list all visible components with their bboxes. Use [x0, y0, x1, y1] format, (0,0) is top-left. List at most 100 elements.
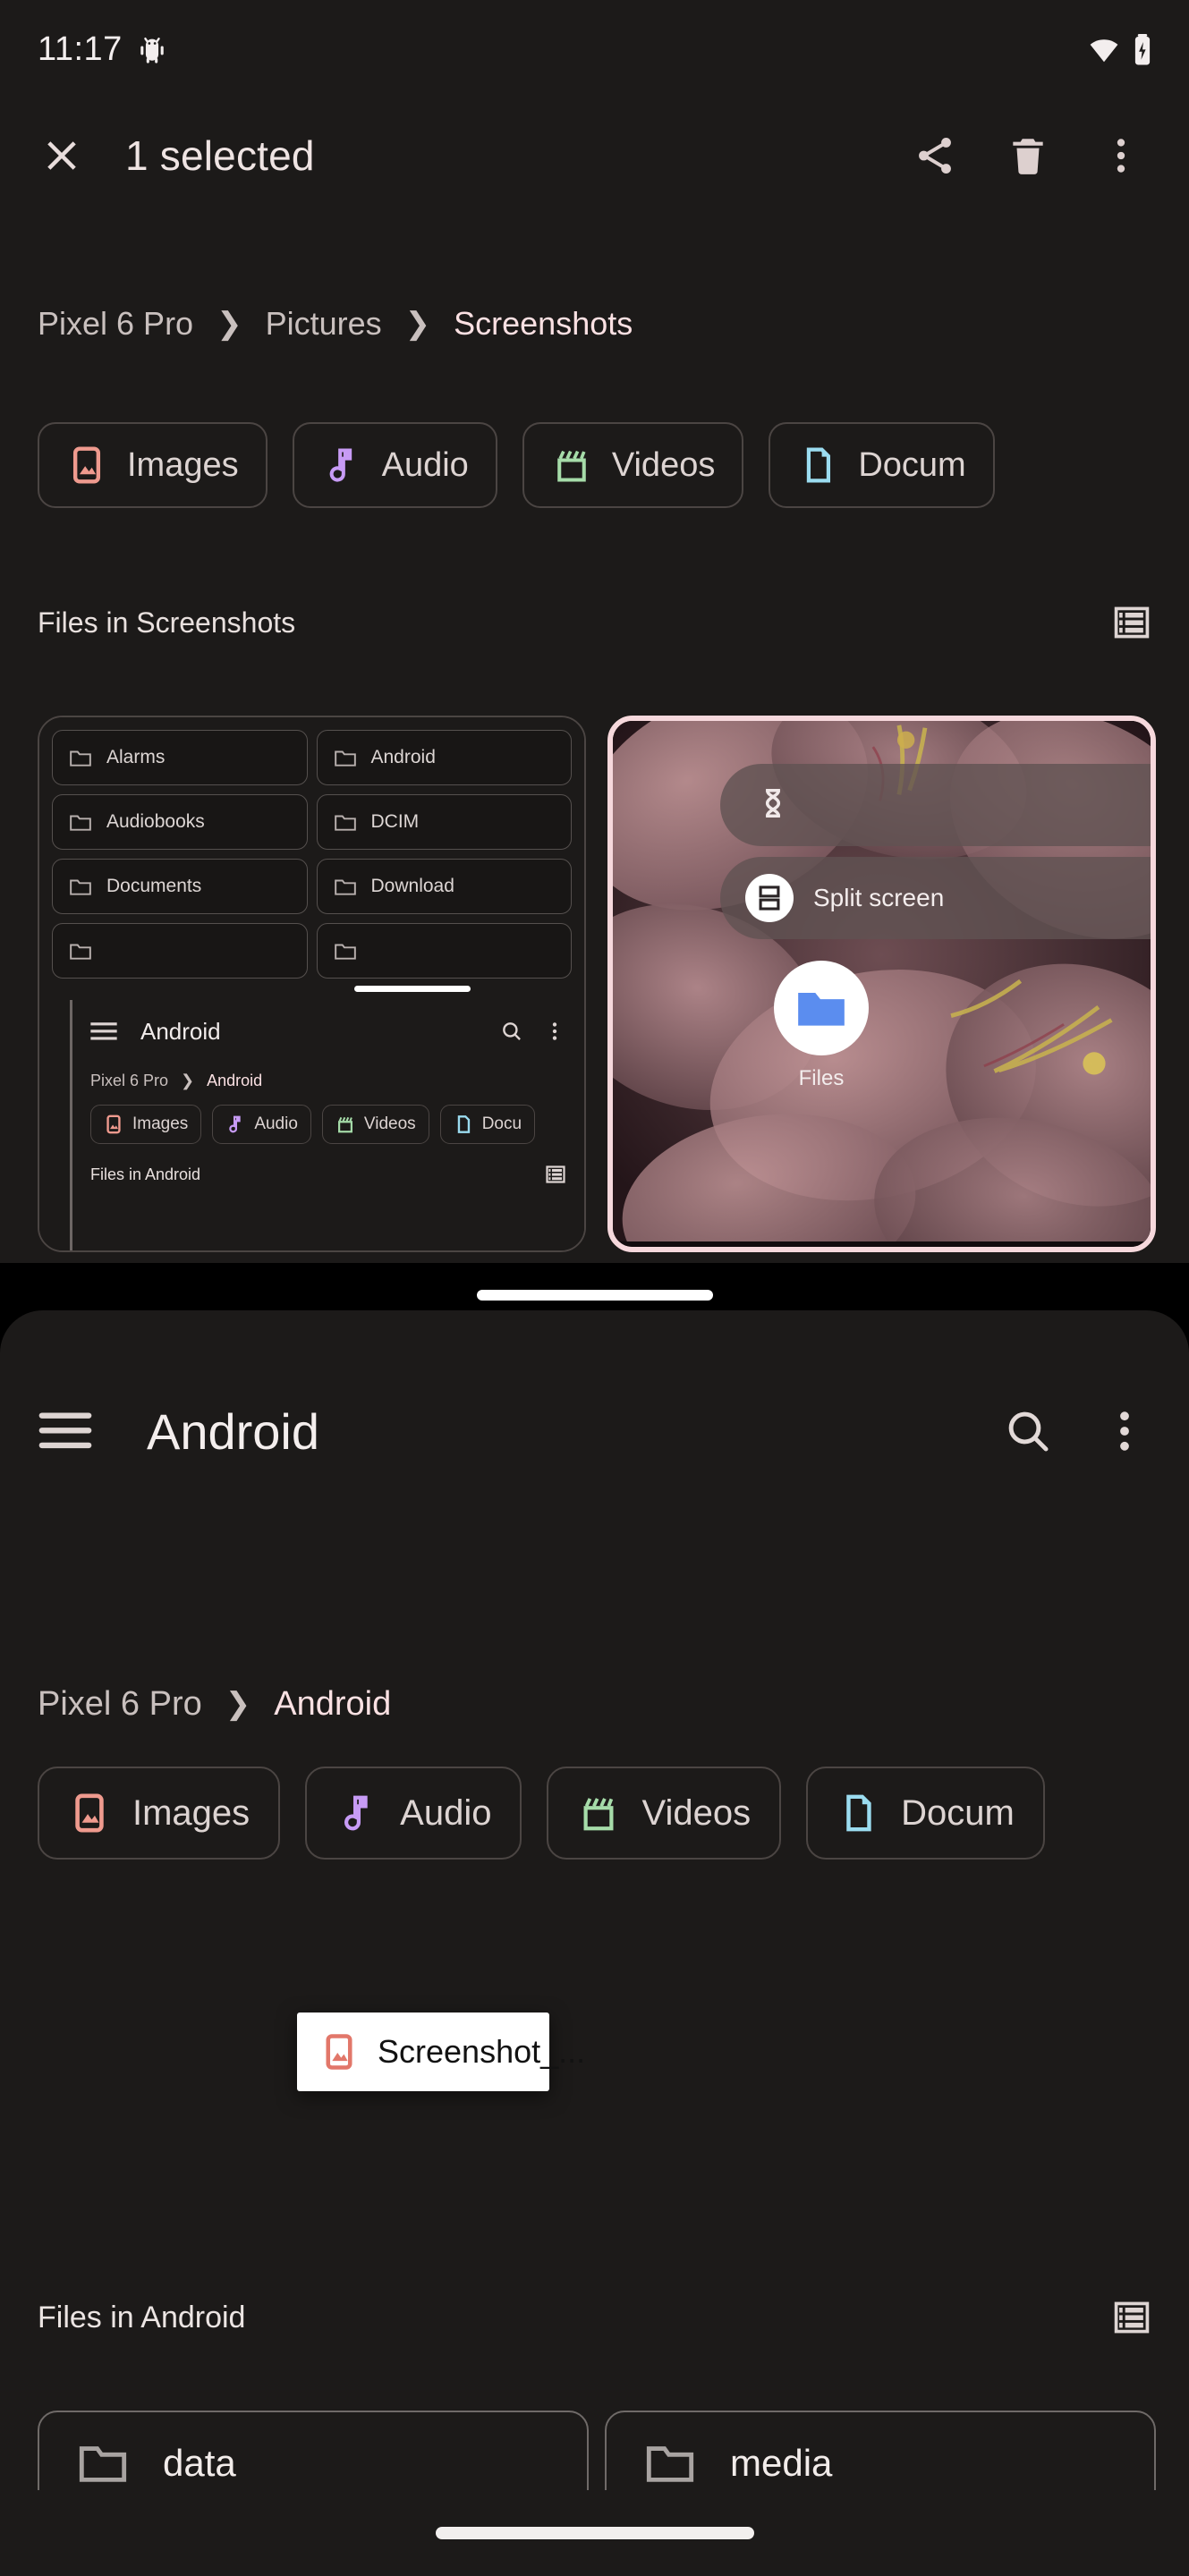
mini-screenshot-splitscreen: Split screen Files — [612, 721, 1151, 1247]
mini-folder-list-clip: Alarms Audiobooks Documents Android DCIM… — [39, 717, 584, 1004]
files-section-header: Files in Screenshots — [0, 599, 1189, 646]
mini-breadcrumb-root: Pixel 6 Pro — [90, 1072, 169, 1089]
chip-label: Audio — [400, 1792, 492, 1833]
screenshot-thumbnail-folders[interactable]: Alarms Audiobooks Documents Android DCIM… — [38, 716, 586, 1252]
music-note-icon — [225, 1114, 245, 1134]
drag-drop-file-chip[interactable]: Screenshot_... — [297, 2012, 585, 2091]
image-icon — [66, 445, 107, 486]
chip-label: Images — [127, 445, 239, 484]
chip-videos[interactable]: Videos — [547, 1767, 782, 1860]
breadcrumb-item-root[interactable]: Pixel 6 Pro — [38, 1685, 202, 1724]
mini-chip-videos: Videos — [321, 1105, 429, 1144]
breadcrumb-item-android[interactable]: Android — [274, 1685, 391, 1724]
chip-audio[interactable]: Audio — [292, 422, 497, 508]
list-view-icon — [545, 1164, 566, 1185]
mini-sub-files-header: Files in Android — [72, 1144, 584, 1185]
top-pane-files-screenshots: 11:17 1 selected Pixel 6 Pro ❯ Pictures … — [0, 0, 1189, 1294]
status-bar: 11:17 — [0, 0, 1189, 98]
folder-icon — [69, 941, 92, 961]
mini-folder-grid: Alarms Audiobooks Documents Android DCIM… — [52, 730, 572, 979]
folder-icon — [69, 748, 92, 767]
overflow-menu-icon[interactable] — [1096, 131, 1146, 181]
list-view-icon[interactable] — [1112, 2298, 1151, 2337]
chip-label: Videos — [641, 1792, 752, 1833]
mini-folder-row: Android — [316, 730, 572, 785]
breadcrumb-item-screenshots[interactable]: Screenshots — [454, 305, 633, 343]
chip-label: Audio — [381, 445, 469, 484]
bottom-files-section-header: Files in Android — [0, 2294, 1189, 2341]
chip-documents[interactable]: Docum — [769, 422, 995, 508]
image-icon — [104, 1114, 123, 1134]
mini-folder-label: Android — [370, 747, 436, 767]
overflow-menu-icon — [543, 1020, 566, 1043]
mini-folder-row: Download — [316, 859, 572, 914]
selection-actions — [910, 131, 1146, 181]
folder-icon — [334, 877, 357, 896]
mini-breadcrumb-android: Android — [207, 1072, 263, 1089]
chevron-right-icon: ❯ — [225, 1687, 251, 1721]
status-bar-left: 11:17 — [38, 30, 167, 69]
mini-chip-label: Docu — [481, 1114, 522, 1133]
list-view-icon[interactable] — [1112, 603, 1151, 642]
wifi-icon — [1089, 38, 1119, 63]
split-screen-divider-handle[interactable] — [476, 1290, 713, 1301]
share-icon[interactable] — [910, 131, 960, 181]
chip-images[interactable]: Images — [38, 1767, 281, 1860]
mini-folder-column-left: Alarms Audiobooks Documents — [52, 730, 308, 979]
selection-count-title: 1 selected — [125, 132, 315, 179]
chip-images[interactable]: Images — [38, 422, 268, 508]
mini-sub-app-bar: Android — [72, 1000, 584, 1063]
selection-app-bar: 1 selected — [0, 98, 1189, 213]
video-clip-icon — [551, 445, 592, 486]
overflow-menu-icon[interactable] — [1098, 1404, 1151, 1458]
video-clip-icon — [577, 1792, 620, 1835]
android-bug-icon — [137, 34, 167, 64]
android-split-screen-files-app: 11:17 1 selected Pixel 6 Pro ❯ Pictures … — [0, 0, 1189, 2576]
video-clip-icon — [335, 1114, 355, 1134]
mini-screenshot-folders: Alarms Audiobooks Documents Android DCIM… — [39, 717, 584, 1250]
search-icon[interactable] — [1001, 1404, 1055, 1458]
files-section-label: Files in Screenshots — [38, 606, 296, 639]
document-icon — [454, 1114, 473, 1134]
page-title: Android — [147, 1402, 320, 1460]
battery-charging-icon — [1134, 34, 1151, 65]
gesture-home-pill[interactable] — [435, 2527, 754, 2539]
chip-videos[interactable]: Videos — [522, 422, 744, 508]
music-note-icon — [321, 445, 362, 486]
screenshot-thumbnail-splitscreen[interactable]: Split screen Files — [607, 716, 1156, 1252]
mini-chip-label: Images — [132, 1114, 189, 1133]
mini-folder-label: Alarms — [106, 747, 166, 767]
recents-action-row-top — [719, 764, 1151, 846]
delete-icon[interactable] — [1003, 131, 1053, 181]
breadcrumb-item-pictures[interactable]: Pictures — [266, 305, 382, 343]
mini-folder-row: DCIM — [316, 794, 572, 850]
drag-chip-label: Screenshot_... — [378, 2033, 586, 2070]
search-icon — [500, 1020, 523, 1043]
image-icon — [320, 2033, 358, 2071]
folder-icon — [644, 2441, 696, 2486]
mini-sub-window-android: Android Pixel 6 Pro ❯ Android Images Aud… — [70, 1000, 584, 1250]
mini-chip-label: Videos — [363, 1114, 416, 1133]
status-bar-right — [1089, 34, 1151, 65]
mini-folder-label: Audiobooks — [106, 811, 205, 832]
bottom-pane-files-android: Android Pixel 6 Pro ❯ Android Images Aud… — [0, 1310, 1189, 2576]
hamburger-menu-icon[interactable] — [38, 1411, 93, 1451]
chevron-right-icon: ❯ — [217, 307, 242, 341]
folder-label: data — [163, 2442, 236, 2484]
chip-label: Docum — [901, 1792, 1015, 1833]
mini-chip-label: Audio — [254, 1114, 298, 1133]
mini-folder-label: Documents — [106, 876, 202, 896]
filter-chip-row: Images Audio Videos Docum — [0, 422, 1189, 508]
bottom-filter-chip-row: Images Audio Videos Docum — [0, 1767, 1189, 1860]
document-icon — [837, 1792, 879, 1835]
mini-files-label: Files in Android — [90, 1165, 201, 1183]
split-screen-icon — [744, 874, 794, 922]
hamburger-menu-icon — [90, 1021, 117, 1041]
chip-documents[interactable]: Docum — [806, 1767, 1045, 1860]
chip-label: Videos — [611, 445, 716, 484]
hourglass-icon — [756, 786, 790, 825]
chip-audio[interactable]: Audio — [305, 1767, 522, 1860]
breadcrumb-item-root[interactable]: Pixel 6 Pro — [38, 305, 193, 343]
mini-folder-label: Download — [370, 876, 454, 896]
close-icon[interactable] — [34, 128, 89, 183]
